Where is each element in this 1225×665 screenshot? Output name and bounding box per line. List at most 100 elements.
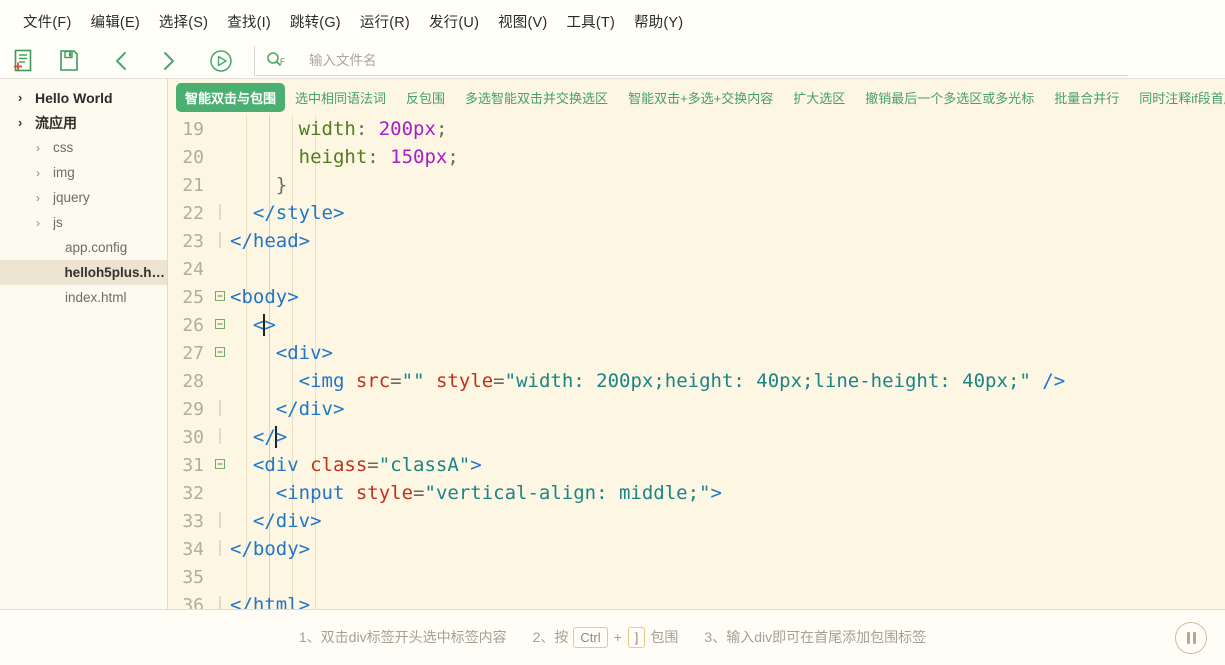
code-line[interactable]: 24 [168, 255, 1225, 283]
tree-item-0[interactable]: › Hello World [0, 85, 167, 110]
code-text[interactable]: </style> [230, 202, 1225, 224]
code-line[interactable]: 20 height: 150px; [168, 143, 1225, 171]
feature-tab-6[interactable]: 撤销最后一个多选区或多光标 [855, 84, 1044, 111]
tree-item-8[interactable]: index.html [0, 285, 167, 310]
save-icon[interactable] [46, 45, 92, 77]
code-text[interactable]: </> [230, 426, 1225, 448]
menu-item-8[interactable]: 工具(T) [557, 7, 624, 36]
back-arrow-icon[interactable] [99, 45, 145, 77]
run-icon[interactable] [198, 45, 244, 77]
code-text[interactable]: <body> [230, 286, 1225, 308]
tree-item-3[interactable]: › img [0, 160, 167, 185]
line-number: 28 [182, 370, 204, 392]
chevron-right-icon[interactable]: › [18, 116, 31, 129]
chevron-right-icon[interactable]: › [36, 142, 49, 154]
fold-toggle-icon[interactable] [210, 512, 230, 530]
code-text[interactable]: <input style="vertical-align: middle;"> [230, 482, 1225, 504]
tree-item-label: index.html [65, 290, 127, 305]
chevron-right-icon[interactable]: › [36, 217, 49, 229]
code-line[interactable]: 30 </> [168, 423, 1225, 451]
code-line[interactable]: 23 </head> [168, 227, 1225, 255]
code-text[interactable]: height: 150px; [230, 146, 1225, 168]
tree-item-label: app.config [65, 240, 128, 255]
search-input[interactable] [307, 51, 907, 69]
code-text[interactable]: <img src="" style="width: 200px;height: … [230, 370, 1225, 392]
menu-item-3[interactable]: 查找(I) [218, 7, 280, 36]
code-text[interactable]: </head> [230, 230, 1225, 252]
forward-arrow-icon[interactable] [145, 45, 191, 77]
code-line[interactable]: 29 </div> [168, 395, 1225, 423]
code-editor[interactable]: 19 width: 200px; 20 height: 150px; 21 } 22 … [168, 115, 1225, 609]
feature-tab-4[interactable]: 智能双击+多选+交换内容 [618, 84, 783, 111]
code-token: ; [447, 146, 459, 168]
chevron-right-icon[interactable]: › [36, 167, 49, 179]
fold-toggle-icon[interactable] [210, 204, 230, 222]
code-line[interactable]: 27 <div> [168, 339, 1225, 367]
feature-tab-5[interactable]: 扩大选区 [783, 84, 855, 111]
chevron-right-icon[interactable]: › [18, 91, 31, 104]
feature-tab-1[interactable]: 选中相同语法词 [285, 84, 396, 111]
menu-item-5[interactable]: 运行(R) [351, 7, 419, 36]
code-token: < [230, 314, 265, 336]
fold-toggle-icon[interactable] [210, 428, 230, 446]
feature-tab-0[interactable]: 智能双击与包围 [176, 82, 286, 112]
code-line[interactable]: 25 <body> [168, 283, 1225, 311]
tree-item-4[interactable]: › jquery [0, 185, 167, 210]
tree-item-2[interactable]: › css [0, 135, 167, 160]
code-line[interactable]: 31 <div class="classA"> [168, 451, 1225, 479]
fold-toggle-icon[interactable] [210, 400, 230, 418]
menu-item-1[interactable]: 编辑(E) [82, 7, 149, 36]
file-tree-sidebar[interactable]: › Hello World › 流应用 › css › img › jquery › js app.c… [0, 79, 168, 609]
line-number: 21 [182, 174, 204, 196]
code-line[interactable]: 34 </body> [168, 535, 1225, 563]
code-line[interactable]: 33 </div> [168, 507, 1225, 535]
menu-item-7[interactable]: 视图(V) [489, 7, 556, 36]
tree-item-7[interactable]: helloh5plus.html [0, 260, 167, 285]
code-line[interactable]: 26 <> [168, 311, 1225, 339]
code-line[interactable]: 35 [168, 563, 1225, 591]
code-text[interactable]: </body> [230, 538, 1225, 560]
code-line[interactable]: 19 width: 200px; [168, 115, 1225, 143]
chevron-right-icon[interactable]: › [36, 192, 49, 204]
tree-item-1[interactable]: › 流应用 [0, 110, 167, 135]
code-text[interactable]: </div> [230, 398, 1225, 420]
pause-icon[interactable] [1175, 621, 1207, 654]
fold-toggle-icon[interactable] [210, 291, 230, 303]
fold-toggle-icon[interactable] [210, 232, 230, 250]
code-text[interactable]: <div> [230, 342, 1225, 364]
menu-item-2[interactable]: 选择(S) [150, 7, 217, 36]
fold-toggle-icon[interactable] [210, 540, 230, 558]
menu-item-4[interactable]: 跳转(G) [281, 7, 350, 36]
menu-item-0[interactable]: 文件(F) [14, 7, 81, 36]
menu-item-6[interactable]: 发行(U) [420, 7, 488, 36]
tree-item-5[interactable]: › js [0, 210, 167, 235]
code-line[interactable]: 22 </style> [168, 199, 1225, 227]
feature-tab-2[interactable]: 反包围 [396, 84, 455, 111]
feature-tab-bar[interactable]: 智能双击与包围 选中相同语法词 反包围 多选智能双击并交换选区 智能双击+多选+交换内容… [168, 79, 1225, 115]
file-search-box[interactable]: F [254, 45, 1128, 76]
feature-tab-7[interactable]: 批量合并行 [1044, 84, 1129, 111]
fold-toggle-icon[interactable] [210, 596, 230, 609]
code-line[interactable]: 28 <img src="" style="width: 200px;heigh… [168, 367, 1225, 395]
menu-item-9[interactable]: 帮助(Y) [625, 7, 692, 36]
fold-toggle-icon[interactable] [210, 347, 230, 359]
code-token: </ [230, 426, 276, 448]
code-text[interactable]: <div class="classA"> [230, 454, 1225, 476]
code-line[interactable]: 32 <input style="vertical-align: middle;… [168, 479, 1225, 507]
code-text[interactable]: <> [230, 314, 1225, 336]
code-line[interactable]: 21 } [168, 171, 1225, 199]
tree-item-6[interactable]: app.config [0, 235, 167, 260]
code-text[interactable]: width: 200px; [230, 118, 1225, 140]
code-text[interactable]: </html> [230, 594, 1225, 609]
code-text[interactable]: } [230, 174, 1225, 196]
new-file-icon[interactable] [0, 45, 46, 77]
fold-toggle-icon[interactable] [210, 459, 230, 471]
feature-tab-8[interactable]: 同时注释if段首尾 [1129, 84, 1225, 111]
code-line[interactable]: 36 </html> [168, 591, 1225, 609]
code-lines[interactable]: 19 width: 200px; 20 height: 150px; 21 } 22 … [168, 115, 1225, 609]
code-text[interactable]: </div> [230, 510, 1225, 532]
fold-toggle-icon[interactable] [210, 319, 230, 331]
code-token: </html> [230, 594, 311, 609]
feature-tab-3[interactable]: 多选智能双击并交换选区 [455, 84, 618, 111]
